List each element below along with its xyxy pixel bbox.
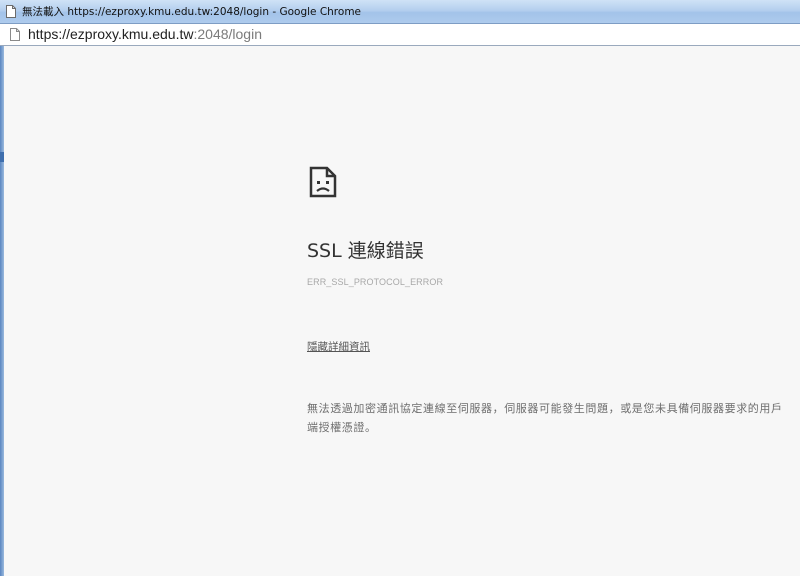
error-description: 無法透過加密通訊協定連線至伺服器，伺服器可能發生問題，或是您未具備伺服器要求的用… (307, 402, 783, 434)
hide-details-link[interactable]: 隱藏詳細資訊 (307, 339, 370, 354)
page-icon (10, 28, 20, 41)
sad-page-icon (309, 166, 337, 198)
page-icon (6, 5, 16, 18)
title-bar[interactable]: 無法載入 https://ezproxy.kmu.edu.tw:2048/log… (0, 0, 800, 24)
page-content: SSL 連線錯誤 ERR_SSL_PROTOCOL_ERROR 隱藏詳細資訊 無… (4, 46, 800, 576)
error-code: ERR_SSL_PROTOCOL_ERROR (307, 277, 444, 287)
window-title: 無法載入 https://ezproxy.kmu.edu.tw:2048/log… (22, 6, 362, 18)
url-path: :2048/login (193, 26, 262, 42)
address-bar[interactable]: https://ezproxy.kmu.edu.tw:2048/login (0, 24, 800, 46)
error-title: SSL 連線錯誤 (307, 240, 424, 262)
browser-window: 無法載入 https://ezproxy.kmu.edu.tw:2048/log… (0, 0, 800, 576)
url-host: https://ezproxy.kmu.edu.tw (28, 26, 194, 42)
url-field[interactable]: https://ezproxy.kmu.edu.tw:2048/login (28, 26, 262, 42)
